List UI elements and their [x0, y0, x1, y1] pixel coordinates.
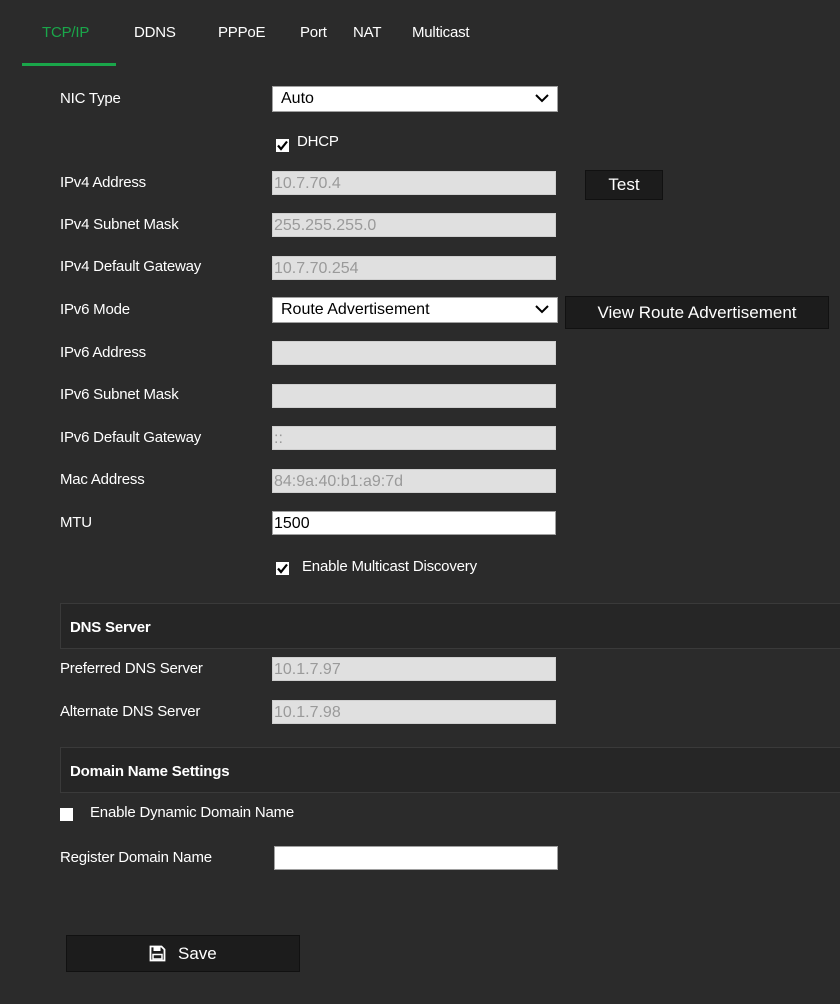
ipv4-subnet-field[interactable] — [272, 213, 556, 237]
dns-server-section-header: DNS Server — [60, 603, 840, 649]
ipv6-gateway-field[interactable] — [272, 426, 556, 450]
ipv6-address-field[interactable] — [272, 341, 556, 365]
ipv6-gateway-label: IPv6 Default Gateway — [60, 429, 202, 446]
dhcp-checkbox[interactable] — [276, 139, 289, 152]
ipv4-address-label: IPv4 Address — [60, 174, 146, 191]
save-icon — [149, 945, 166, 962]
test-button[interactable]: Test — [585, 170, 663, 200]
ipv4-subnet-label: IPv4 Subnet Mask — [60, 216, 179, 233]
mtu-field[interactable] — [272, 511, 556, 535]
multicast-discovery-label: Enable Multicast Discovery — [302, 558, 477, 575]
domain-name-section-header: Domain Name Settings — [60, 747, 840, 793]
alternate-dns-label: Alternate DNS Server — [60, 703, 201, 720]
checkmark-icon — [277, 140, 288, 151]
ipv6-mode-label: IPv6 Mode — [60, 301, 130, 318]
ipv4-address-field[interactable] — [272, 171, 556, 195]
mac-address-field[interactable] — [272, 469, 556, 493]
chevron-down-icon — [535, 94, 549, 103]
enable-dynamic-domain-label: Enable Dynamic Domain Name — [90, 804, 295, 821]
preferred-dns-label: Preferred DNS Server — [60, 660, 203, 677]
tab-port[interactable]: Port — [300, 24, 327, 41]
save-button[interactable]: Save — [66, 935, 300, 972]
multicast-discovery-checkbox[interactable] — [276, 562, 289, 575]
tab-bar: TCP/IP DDNS PPPoE Port NAT Multicast — [0, 0, 840, 68]
nic-type-value: Auto — [281, 90, 314, 107]
save-button-label: Save — [178, 944, 217, 963]
active-tab-indicator — [22, 63, 116, 66]
alternate-dns-field[interactable] — [272, 700, 556, 724]
ipv6-address-label: IPv6 Address — [60, 344, 146, 361]
nic-type-select[interactable]: Auto — [272, 86, 558, 112]
dhcp-label: DHCP — [297, 133, 339, 150]
ipv6-mode-value: Route Advertisement — [281, 301, 430, 318]
nic-type-label: NIC Type — [60, 90, 121, 107]
register-domain-field[interactable] — [274, 846, 558, 870]
enable-dynamic-domain-checkbox[interactable] — [60, 808, 73, 821]
chevron-down-icon — [535, 305, 549, 314]
register-domain-label: Register Domain Name — [60, 849, 212, 866]
preferred-dns-field[interactable] — [272, 657, 556, 681]
dns-server-section-title: DNS Server — [70, 619, 151, 636]
mac-address-label: Mac Address — [60, 471, 145, 488]
checkmark-icon — [277, 563, 288, 574]
tab-nat[interactable]: NAT — [353, 24, 381, 41]
tab-pppoe[interactable]: PPPoE — [218, 24, 266, 41]
domain-name-section-title: Domain Name Settings — [70, 763, 230, 780]
tab-ddns[interactable]: DDNS — [134, 24, 176, 41]
tab-tcpip[interactable]: TCP/IP — [42, 24, 89, 41]
ipv6-mode-select[interactable]: Route Advertisement — [272, 297, 558, 323]
view-route-advertisement-button[interactable]: View Route Advertisement — [565, 296, 829, 329]
ipv4-gateway-field[interactable] — [272, 256, 556, 280]
ipv6-subnet-label: IPv6 Subnet Mask — [60, 386, 179, 403]
tab-multicast[interactable]: Multicast — [412, 24, 470, 41]
ipv6-subnet-field[interactable] — [272, 384, 556, 408]
ipv4-gateway-label: IPv4 Default Gateway — [60, 258, 202, 275]
mtu-label: MTU — [60, 514, 92, 531]
